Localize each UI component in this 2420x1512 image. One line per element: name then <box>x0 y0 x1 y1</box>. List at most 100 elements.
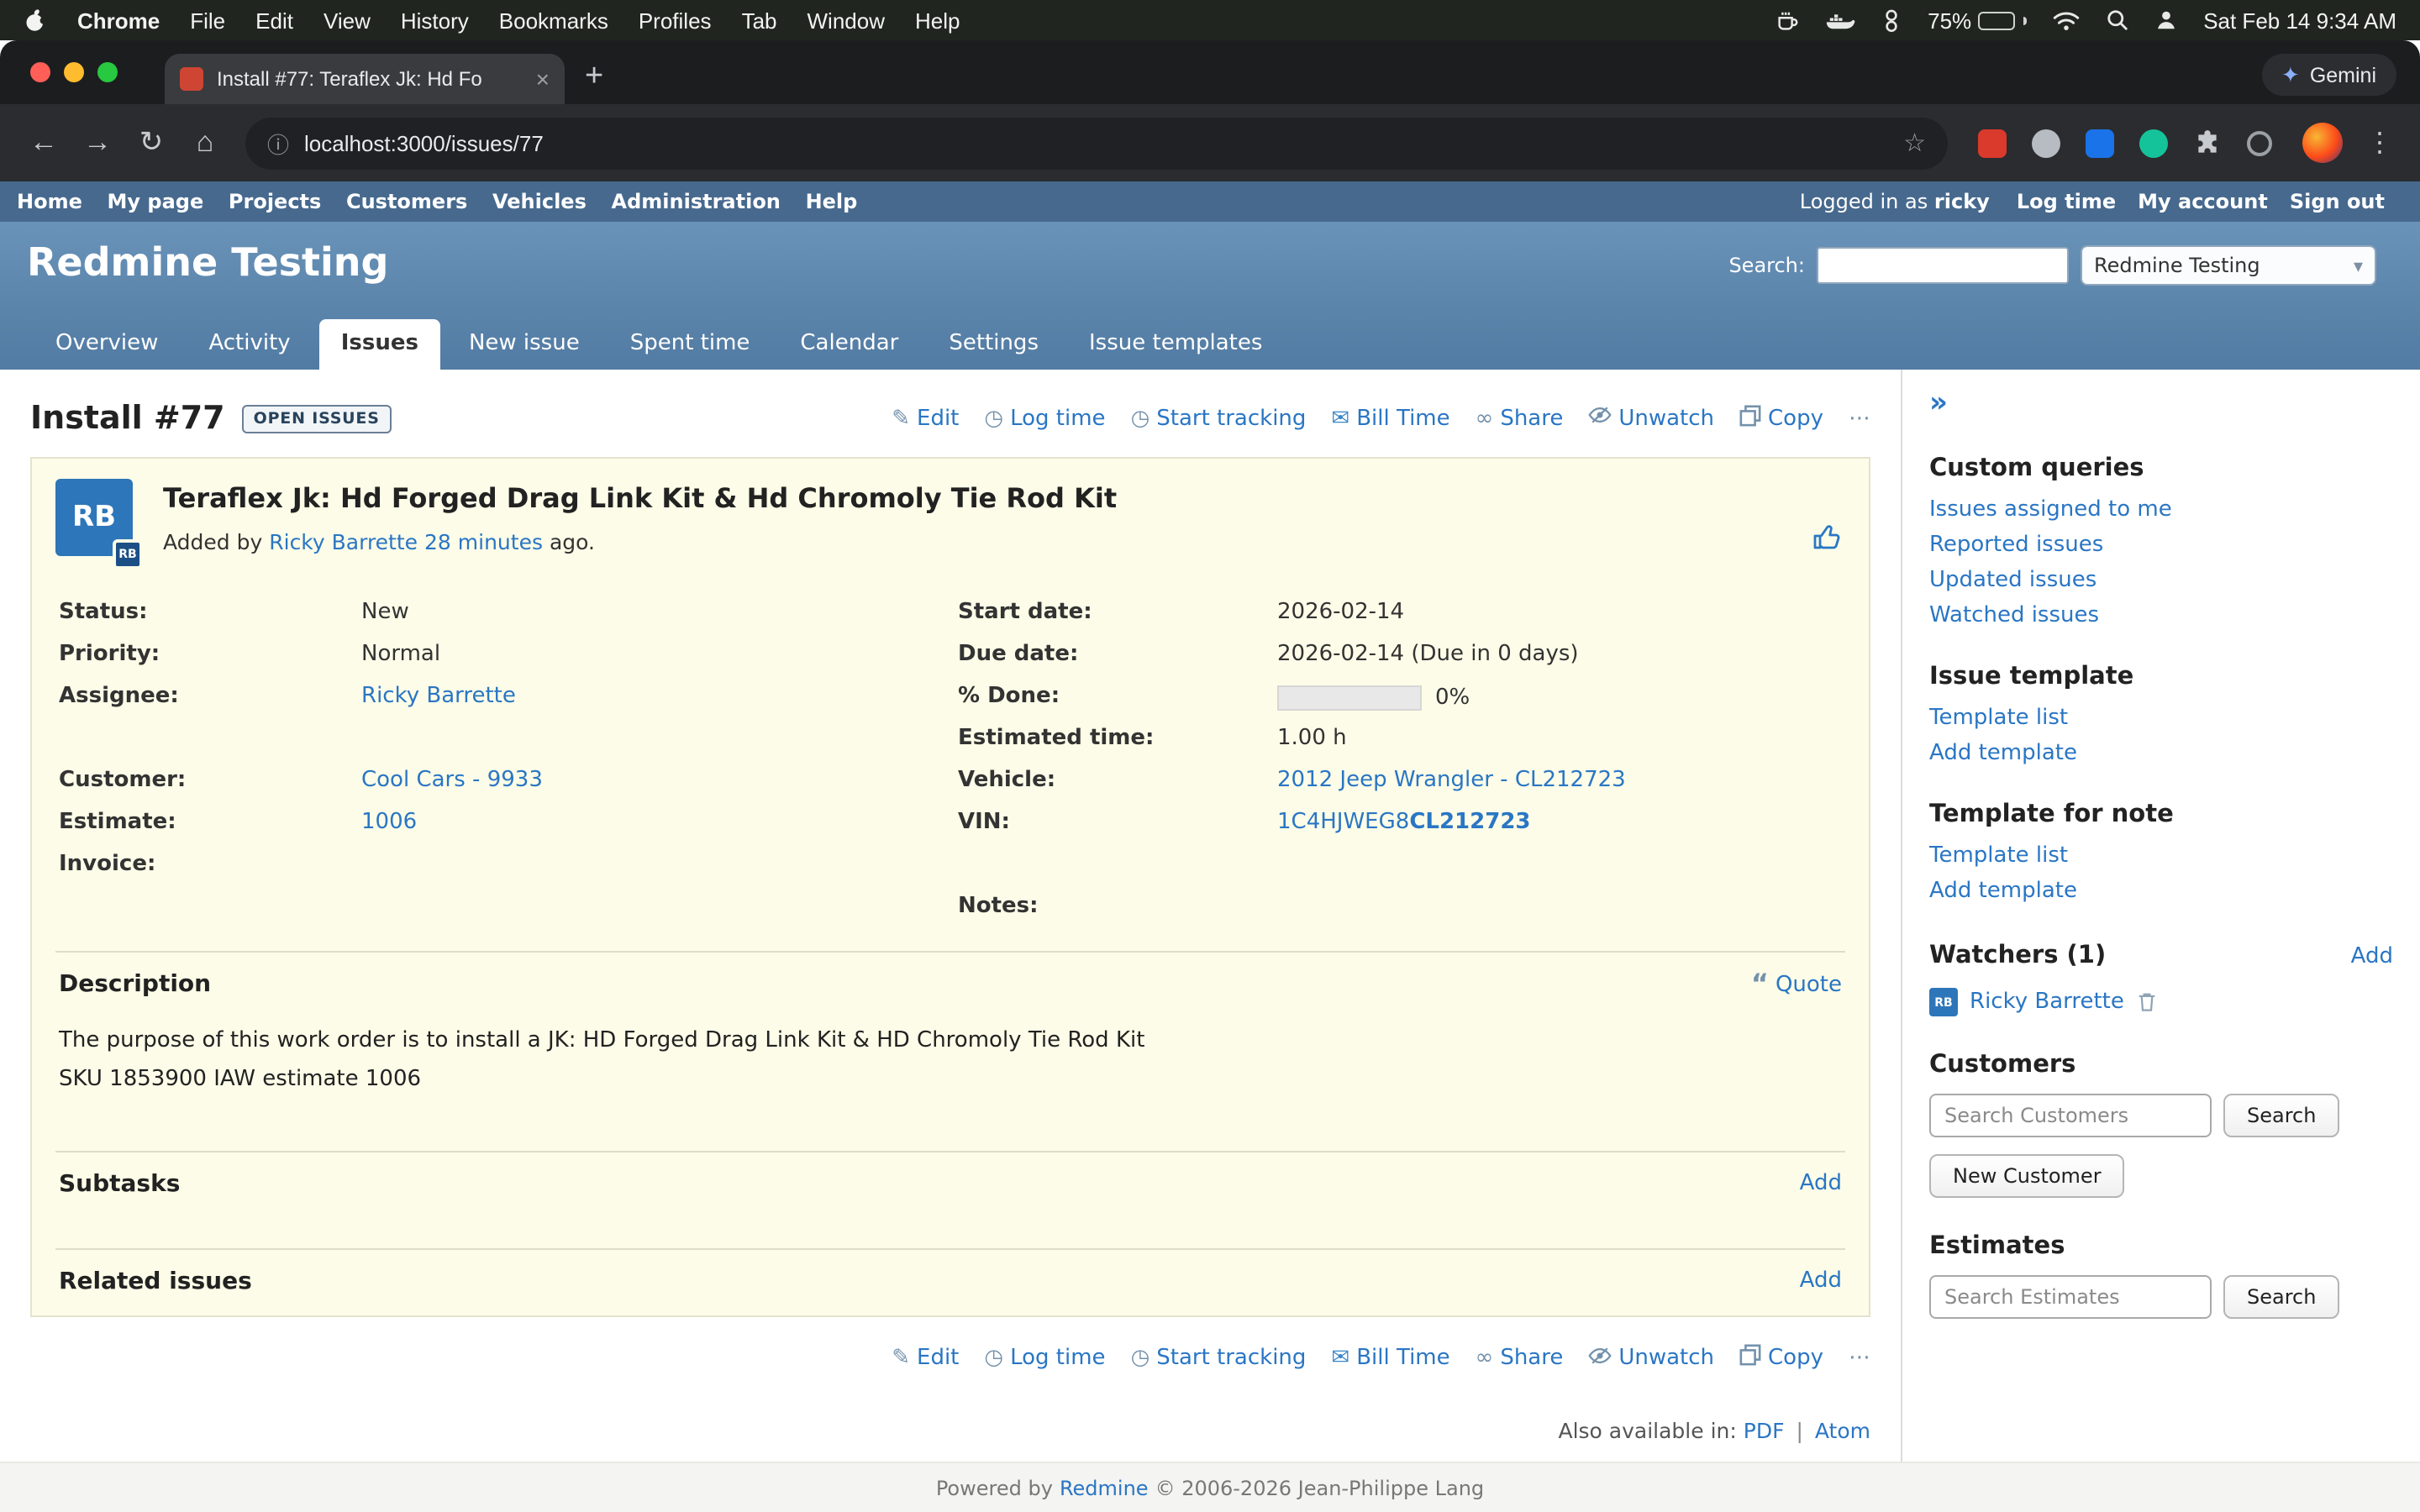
edit-action[interactable]: ✎Edit <box>892 406 959 431</box>
author-link[interactable]: Ricky Barrette <box>269 529 418 554</box>
topmenu-vehicles[interactable]: Vehicles <box>492 190 587 213</box>
extension-red-shield-icon[interactable] <box>1978 129 2007 157</box>
new-customer-button[interactable]: New Customer <box>1929 1154 2125 1198</box>
estimate-link[interactable]: 1006 <box>361 810 417 835</box>
search-customers-button[interactable]: Search <box>2223 1094 2339 1137</box>
start-tracking-action[interactable]: ◷Start tracking <box>1131 406 1307 431</box>
minimize-window-button[interactable] <box>64 62 84 82</box>
tab-issues[interactable]: Issues <box>319 319 440 370</box>
site-info-icon[interactable]: ⓘ <box>267 127 289 159</box>
user-switcher-icon[interactable] <box>2154 8 2178 32</box>
quote-action[interactable]: “ Quote <box>1751 972 1842 997</box>
vin-link[interactable]: 1C4HJWEG8CL212723 <box>1277 810 1531 835</box>
forward-button[interactable]: → <box>71 116 124 170</box>
query-reported-issues[interactable]: Reported issues <box>1929 533 2393 558</box>
note-add-template-link[interactable]: Add template <box>1929 879 2393 904</box>
search-estimates-input[interactable] <box>1929 1275 2212 1319</box>
browser-tab[interactable]: Install #77: Teraflex Jk: Hd Fo × <box>165 54 565 104</box>
add-watcher-link[interactable]: Add <box>2351 944 2393 969</box>
menu-profiles[interactable]: Profiles <box>639 8 712 33</box>
note-template-list-link[interactable]: Template list <box>1929 843 2393 869</box>
battery-indicator[interactable]: 75% <box>1928 8 2027 33</box>
vehicle-link[interactable]: 2012 Jeep Wrangler - CL212723 <box>1277 768 1626 793</box>
apple-menu-icon[interactable] <box>24 8 47 33</box>
home-button[interactable]: ⌂ <box>178 116 232 170</box>
docker-status-icon[interactable] <box>1825 8 1855 32</box>
topmenu-log-time[interactable]: Log time <box>2017 190 2116 213</box>
address-bar[interactable]: ⓘ localhost:3000/issues/77 ☆ <box>245 117 1948 169</box>
search-estimates-button[interactable]: Search <box>2223 1275 2339 1319</box>
menu-history[interactable]: History <box>401 8 469 33</box>
coffee-status-icon[interactable] <box>1775 8 1800 33</box>
pdf-link[interactable]: PDF <box>1744 1418 1785 1443</box>
share-action[interactable]: ∞Share <box>1476 1347 1564 1372</box>
issue-template-list-link[interactable]: Template list <box>1929 706 2393 731</box>
link-status-icon[interactable] <box>1881 8 1902 33</box>
extension-blue-square-icon[interactable] <box>2086 129 2114 157</box>
spotlight-search-icon[interactable] <box>2106 8 2129 32</box>
search-customers-input[interactable] <box>1929 1094 2212 1137</box>
redmine-link[interactable]: Redmine <box>1060 1476 1149 1499</box>
extension-clip-icon[interactable] <box>2032 129 2060 157</box>
bill-time-action[interactable]: ✉Bill Time <box>1331 406 1449 431</box>
menu-view[interactable]: View <box>324 8 371 33</box>
bill-time-action[interactable]: ✉Bill Time <box>1331 1347 1449 1372</box>
log-time-action[interactable]: ◷Log time <box>984 406 1105 431</box>
menu-bookmarks[interactable]: Bookmarks <box>499 8 608 33</box>
menu-chrome[interactable]: Chrome <box>77 8 160 33</box>
add-related-issue-link[interactable]: Add <box>1800 1269 1842 1294</box>
profile-avatar[interactable] <box>2302 123 2343 163</box>
open-issues-badge[interactable]: OPEN ISSUES <box>242 404 392 433</box>
collapse-sidebar-icon[interactable]: » <box>1929 386 1948 420</box>
extension-circle-icon[interactable] <box>2247 130 2272 155</box>
topmenu-my-account[interactable]: My account <box>2138 190 2268 213</box>
add-subtask-link[interactable]: Add <box>1800 1172 1842 1197</box>
delete-watcher-icon[interactable] <box>2136 991 2158 1013</box>
start-tracking-action[interactable]: ◷Start tracking <box>1131 1347 1307 1372</box>
new-tab-button[interactable]: + <box>585 59 603 96</box>
query-issues-assigned-to-me[interactable]: Issues assigned to me <box>1929 497 2393 522</box>
header-search-input[interactable] <box>1817 247 2069 284</box>
topmenu-sign-out[interactable]: Sign out <box>2290 190 2385 213</box>
project-selector[interactable]: Redmine Testing ▾ <box>2081 245 2376 286</box>
issue-add-template-link[interactable]: Add template <box>1929 741 2393 766</box>
log-time-action[interactable]: ◷Log time <box>984 1347 1105 1372</box>
menu-bar-clock[interactable]: Sat Feb 14 9:34 AM <box>2203 8 2396 33</box>
reload-button[interactable]: ↻ <box>124 116 178 170</box>
share-action[interactable]: ∞Share <box>1476 406 1564 431</box>
topmenu-customers[interactable]: Customers <box>346 190 467 213</box>
topmenu-my-page[interactable]: My page <box>108 190 204 213</box>
tab-settings[interactable]: Settings <box>927 319 1060 370</box>
menu-tab[interactable]: Tab <box>742 8 777 33</box>
customer-link[interactable]: Cool Cars - 9933 <box>361 768 543 793</box>
browser-menu-icon[interactable]: ⋮ <box>2366 126 2393 160</box>
tab-activity[interactable]: Activity <box>187 319 312 370</box>
more-actions-icon[interactable]: ⋯ <box>1849 1347 1870 1372</box>
menu-edit[interactable]: Edit <box>255 8 293 33</box>
extension-grammarly-icon[interactable] <box>2139 129 2168 157</box>
added-time-link[interactable]: 28 minutes <box>424 529 543 554</box>
close-tab-icon[interactable]: × <box>536 66 550 92</box>
tab-new-issue[interactable]: New issue <box>447 319 602 370</box>
tab-overview[interactable]: Overview <box>34 319 180 370</box>
assignee-link[interactable]: Ricky Barrette <box>361 684 516 709</box>
menu-help[interactable]: Help <box>915 8 960 33</box>
more-actions-icon[interactable]: ⋯ <box>1849 406 1870 431</box>
menu-file[interactable]: File <box>190 8 225 33</box>
menu-window[interactable]: Window <box>808 8 886 33</box>
topmenu-home[interactable]: Home <box>17 190 82 213</box>
tab-issue-templates[interactable]: Issue templates <box>1067 319 1284 370</box>
copy-action[interactable]: Copy <box>1739 1345 1823 1373</box>
bookmark-star-icon[interactable]: ☆ <box>1903 128 1926 158</box>
topmenu-administration[interactable]: Administration <box>612 190 781 213</box>
extensions-puzzle-icon[interactable] <box>2193 129 2222 157</box>
gemini-button[interactable]: ✦ Gemini <box>2261 54 2396 96</box>
back-button[interactable]: ← <box>17 116 71 170</box>
fullscreen-window-button[interactable] <box>97 62 118 82</box>
wifi-icon[interactable] <box>2052 9 2081 31</box>
edit-action[interactable]: ✎Edit <box>892 1347 959 1372</box>
watcher-name-link[interactable]: Ricky Barrette <box>1970 990 2124 1015</box>
unwatch-action[interactable]: Unwatch <box>1588 403 1714 433</box>
topmenu-help[interactable]: Help <box>806 190 858 213</box>
copy-action[interactable]: Copy <box>1739 404 1823 433</box>
